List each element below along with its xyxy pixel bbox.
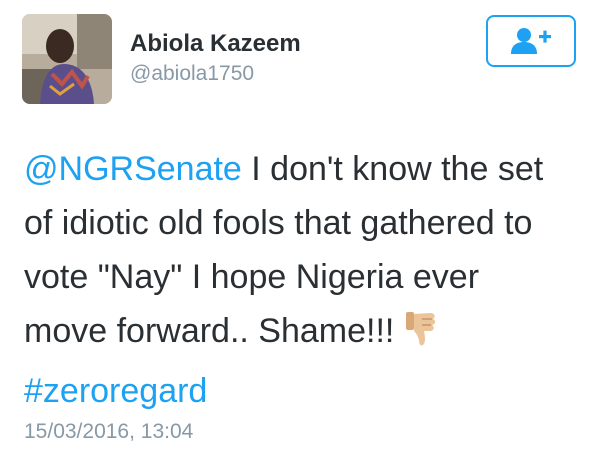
tweet-timestamp[interactable]: 15/03/2016, 13:04 (24, 420, 193, 444)
tweet-line-text: move forward.. Shame!!! (24, 312, 395, 350)
user-handle[interactable]: @abiola1750 (130, 62, 254, 86)
hashtag-link[interactable]: #zeroregard (24, 372, 207, 410)
add-user-icon (511, 28, 551, 54)
thumbs-down-icon (404, 310, 438, 364)
tweet-text: @NGRSenate I don't know the set of idiot… (24, 142, 584, 418)
tweet-line: @NGRSenate I don't know the set (24, 142, 584, 196)
tweet-line: vote "Nay" I hope Nigeria ever (24, 258, 480, 296)
tweet-line: #zeroregard (24, 364, 584, 418)
tweet-card: Abiola Kazeem @abiola1750 @NGRSenate I d… (0, 0, 600, 460)
follow-button[interactable] (486, 15, 576, 67)
tweet-line: move forward.. Shame!!! (24, 304, 584, 364)
display-name[interactable]: Abiola Kazeem (130, 30, 301, 58)
tweet-line: of idiotic old fools that gathered to (24, 204, 533, 242)
avatar-photo (22, 14, 112, 104)
tweet-line-text: I don't know the set (241, 150, 544, 188)
mention-link[interactable]: @NGRSenate (24, 150, 242, 188)
avatar[interactable] (22, 14, 112, 104)
